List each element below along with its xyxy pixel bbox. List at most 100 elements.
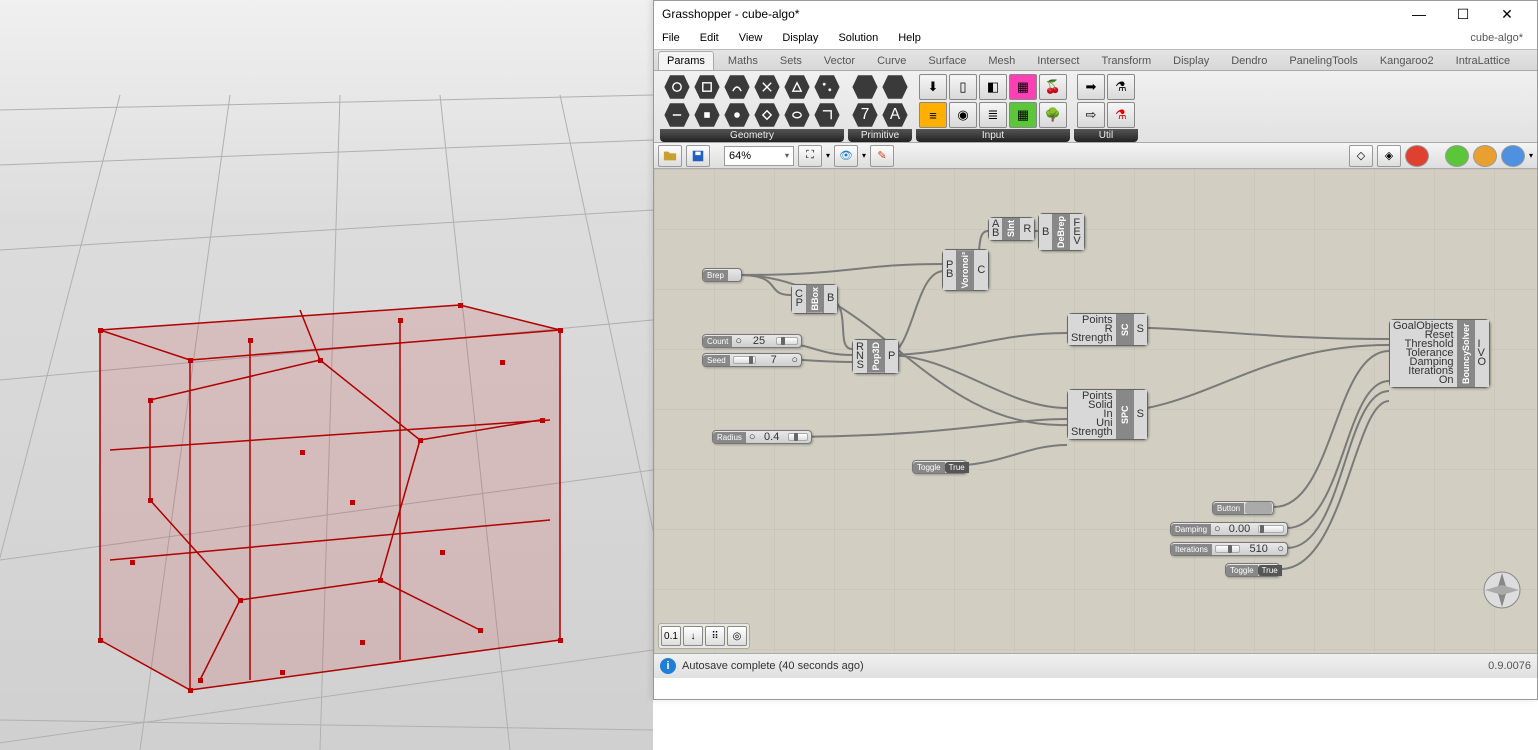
menubar: File Edit View Display Solution Help cub…	[654, 27, 1537, 49]
tab-intralattice[interactable]: IntraLattice	[1448, 52, 1518, 70]
menu-help[interactable]: Help	[898, 32, 921, 44]
shade-icon[interactable]: ◈	[1377, 145, 1401, 167]
menu-view[interactable]: View	[739, 32, 763, 44]
ribbon: Geometry 7 A Primitive ⬇ ▯ ◧ ▦ 🍒 ≡	[654, 71, 1537, 143]
tab-surface[interactable]: Surface	[920, 52, 974, 70]
menu-solution[interactable]: Solution	[838, 32, 878, 44]
green-icon[interactable]	[1445, 145, 1469, 167]
wire-icon[interactable]: ◇	[1349, 145, 1373, 167]
zoom-extents-icon[interactable]: ⛶	[798, 145, 822, 167]
sketch-icon[interactable]: ✎	[870, 145, 894, 167]
tab-vector[interactable]: Vector	[816, 52, 863, 70]
input-icon[interactable]: ▦	[1009, 102, 1037, 128]
svg-text:A: A	[890, 108, 901, 122]
slider-radius[interactable]: Radius○0.4	[712, 430, 812, 444]
menu-file[interactable]: File	[662, 32, 680, 44]
maximize-button[interactable]: ☐	[1441, 1, 1485, 27]
prim-icon[interactable]	[881, 74, 909, 100]
geo-icon[interactable]	[783, 74, 811, 100]
rhino-viewport[interactable]	[0, 0, 653, 750]
input-icon[interactable]: 🍒	[1039, 74, 1067, 100]
input-icon[interactable]: ◧	[979, 74, 1007, 100]
minimize-button[interactable]: —	[1397, 1, 1441, 27]
geo-icon[interactable]	[813, 102, 841, 128]
preview-icon[interactable]: 👁	[834, 145, 858, 167]
open-icon[interactable]	[658, 145, 682, 167]
input-icon[interactable]: ≡	[919, 102, 947, 128]
geo-icon[interactable]	[753, 102, 781, 128]
canvas-compass[interactable]	[1479, 567, 1525, 613]
tab-dendro[interactable]: Dendro	[1223, 52, 1275, 70]
tab-curve[interactable]: Curve	[869, 52, 914, 70]
comp-voronoi3[interactable]: PB Voronoi³ C	[942, 249, 989, 291]
toggle-2[interactable]: ToggleTrue	[1225, 563, 1280, 577]
blue-icon[interactable]	[1501, 145, 1525, 167]
button[interactable]: Button	[1212, 501, 1274, 515]
comp-spc[interactable]: PointsSolidInUniStrength SPC S	[1067, 389, 1148, 440]
prim-icon[interactable]	[851, 74, 879, 100]
util-icon[interactable]: ➡	[1077, 74, 1105, 100]
mini-icon[interactable]: ↓	[683, 626, 703, 646]
tab-sets[interactable]: Sets	[772, 52, 810, 70]
zoom-dropdown[interactable]: 64%	[724, 146, 794, 166]
tab-intersect[interactable]: Intersect	[1029, 52, 1087, 70]
version-label: 0.9.0076	[1488, 660, 1531, 672]
menu-display[interactable]: Display	[782, 32, 818, 44]
close-button[interactable]: ✕	[1485, 1, 1529, 27]
tab-params[interactable]: Params	[658, 51, 714, 70]
input-icon[interactable]: ▦	[1009, 74, 1037, 100]
mini-icon[interactable]: ◎	[727, 626, 747, 646]
grasshopper-canvas[interactable]: Brep Count○25 Seed7○ Radius○0.4 ToggleTr…	[654, 169, 1537, 654]
ribbon-label-primitive: Primitive	[848, 129, 912, 142]
comp-solver[interactable]: GoalObjectsResetThresholdToleranceDampin…	[1389, 319, 1490, 388]
selected-icon[interactable]	[1405, 145, 1429, 167]
geo-icon[interactable]	[663, 102, 691, 128]
slider-count[interactable]: Count○25	[702, 334, 802, 348]
input-icon[interactable]: 🌳	[1039, 102, 1067, 128]
mini-icon[interactable]: 0.1	[661, 626, 681, 646]
comp-pop3d[interactable]: RNS Pop3D P	[852, 339, 899, 374]
info-icon: i	[660, 658, 676, 674]
ribbon-group-geometry: Geometry	[660, 73, 844, 142]
slider-damping[interactable]: Damping○0.00	[1170, 522, 1288, 536]
tab-maths[interactable]: Maths	[720, 52, 766, 70]
slider-iterations[interactable]: Iterations510○	[1170, 542, 1288, 556]
input-icon[interactable]: ◉	[949, 102, 977, 128]
comp-debrep[interactable]: B DeBrep FEV	[1038, 213, 1085, 251]
mini-icon[interactable]: ⠿	[705, 626, 725, 646]
tab-kangaroo2[interactable]: Kangaroo2	[1372, 52, 1442, 70]
save-icon[interactable]	[686, 145, 710, 167]
comp-bbox[interactable]: CP BBox B	[791, 284, 838, 314]
ribbon-tabs: Params Maths Sets Vector Curve Surface M…	[654, 49, 1537, 71]
tab-mesh[interactable]: Mesh	[980, 52, 1023, 70]
prim-icon[interactable]: A	[881, 102, 909, 128]
geo-icon[interactable]	[663, 74, 691, 100]
ribbon-label-util: Util	[1074, 129, 1138, 142]
param-brep[interactable]: Brep	[702, 268, 742, 282]
geo-icon[interactable]	[753, 74, 781, 100]
util-icon[interactable]: ⚗	[1107, 102, 1135, 128]
tab-panelingtools[interactable]: PanelingTools	[1281, 52, 1366, 70]
geo-icon[interactable]	[813, 74, 841, 100]
tab-transform[interactable]: Transform	[1093, 52, 1159, 70]
input-icon[interactable]: ⬇	[919, 74, 947, 100]
geo-icon[interactable]	[723, 74, 751, 100]
geo-icon[interactable]	[723, 102, 751, 128]
ribbon-label-input: Input	[916, 129, 1070, 142]
tab-display[interactable]: Display	[1165, 52, 1217, 70]
geo-icon[interactable]	[693, 74, 721, 100]
input-icon[interactable]: ▯	[949, 74, 977, 100]
orange-icon[interactable]	[1473, 145, 1497, 167]
geo-icon[interactable]	[693, 102, 721, 128]
menu-edit[interactable]: Edit	[700, 32, 719, 44]
comp-sc[interactable]: PointsRStrength SC S	[1067, 313, 1148, 346]
toggle-1[interactable]: ToggleTrue	[912, 460, 967, 474]
util-icon[interactable]: ⇨	[1077, 102, 1105, 128]
util-icon[interactable]: ⚗	[1107, 74, 1135, 100]
voronoi-cube-preview	[0, 0, 653, 750]
geo-icon[interactable]	[783, 102, 811, 128]
input-icon[interactable]: ≣	[979, 102, 1007, 128]
comp-sint[interactable]: AB SInt R	[988, 217, 1035, 241]
slider-seed[interactable]: Seed7○	[702, 353, 802, 367]
prim-icon[interactable]: 7	[851, 102, 879, 128]
